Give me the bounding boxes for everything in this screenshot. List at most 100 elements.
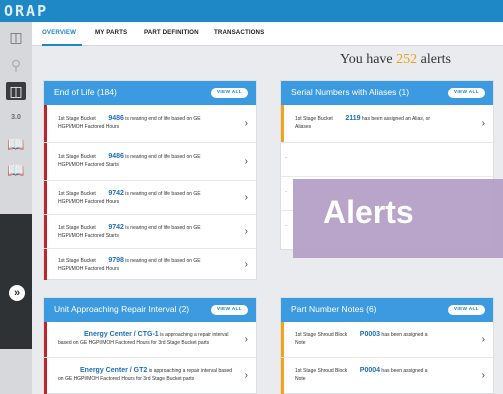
card-title: End of Life (184)	[54, 87, 117, 97]
part-name: 1st Stage Bucket	[295, 116, 333, 122]
top-header: ORAP	[0, 0, 503, 22]
card-header: End of Life (184) VIEW ALL	[44, 81, 256, 105]
main-tabs: OVERVIEW MY PARTS PART DEFINITION TRANSA…	[32, 22, 503, 46]
view-all-button[interactable]: VIEW ALL	[447, 88, 485, 98]
alert-message-line2: HGPI/MOH Factored Hours	[58, 199, 120, 205]
card-title: Serial Numbers with Aliases (1)	[291, 87, 410, 97]
alert-severity-bar	[281, 358, 284, 394]
alert-severity-bar	[44, 215, 47, 248]
alert-severity-bar	[44, 322, 47, 357]
alert-text: 1st Stage Bucket 2119 has been assigned …	[295, 115, 430, 131]
list-item[interactable]: 1st Stage Bucket 9742 is nearing end of …	[44, 215, 256, 249]
3d-icon[interactable]: 3.0	[6, 109, 26, 127]
tab-my-parts[interactable]: MY PARTS	[95, 29, 127, 36]
alert-message-line2: Note	[295, 376, 306, 382]
app-logo: ORAP	[4, 2, 49, 20]
list-item[interactable]: 1st Stage Shroud Block P0003 has been as…	[281, 322, 493, 358]
card-header: Serial Numbers with Aliases (1) VIEW ALL	[281, 81, 493, 105]
list-item[interactable]: 1st Stage Bucket 9742 is nearing end of …	[44, 181, 256, 215]
alert-message-line2: HGPI/MOH Factored Hours	[58, 266, 120, 272]
card-header: Part Number Notes (6) VIEW ALL	[281, 298, 493, 322]
alert-message: is nearing end of life based on GE	[125, 154, 201, 160]
unit-link[interactable]: Energy Center / CTG-1	[84, 331, 159, 338]
alert-severity-bar	[281, 322, 284, 357]
alert-severity-bar	[281, 105, 284, 142]
part-number-link[interactable]: 2119	[345, 115, 360, 122]
chevron-right-icon[interactable]: ›	[245, 226, 248, 237]
part-name: 1st Stage Shroud Block	[295, 332, 348, 338]
active-tab-indicator	[42, 44, 82, 46]
book-icon[interactable]: 📖	[6, 135, 26, 153]
list-item[interactable]: 1st Stage Bucket 9486 is nearing end of …	[44, 143, 256, 181]
summary-prefix: You have	[340, 52, 397, 67]
list-item[interactable]: 1st Stage Bucket 2119 has been assigned …	[281, 105, 493, 143]
alert-message: is approaching a repair interval	[160, 332, 229, 338]
part-number-link[interactable]: 9486	[108, 153, 124, 160]
part-number-link[interactable]: 9742	[108, 224, 124, 231]
part-number-link[interactable]: 9742	[108, 190, 124, 197]
card-title: Part Number Notes (6)	[291, 304, 377, 314]
alert-summary: You have 252 alerts	[340, 52, 451, 68]
alert-text: Energy Center / CTG-1 is approaching a r…	[58, 331, 228, 347]
tab-transactions[interactable]: TRANSACTIONS	[214, 29, 264, 36]
chevron-right-icon[interactable]: ›	[245, 370, 248, 381]
list-item[interactable]: Energy Center / CTG-1 is approaching a r…	[44, 322, 256, 358]
part-number-link[interactable]: P0003	[360, 331, 380, 338]
part-name: 1st Stage Bucket	[58, 225, 96, 231]
alert-message: is nearing end of life based on GE	[125, 116, 201, 122]
database-active-icon[interactable]: ◫	[6, 82, 26, 100]
book-icon[interactable]: 📖	[6, 161, 26, 179]
alert-message: is nearing end of life based on GE	[125, 225, 201, 231]
chevron-right-icon[interactable]: ›	[245, 156, 248, 167]
unit-link[interactable]: Energy Center / GT2	[80, 367, 147, 374]
part-number-link[interactable]: 9798	[108, 257, 124, 264]
part-name: 1st Stage Bucket	[58, 258, 96, 264]
database-icon[interactable]: ◫	[6, 28, 26, 46]
view-all-button[interactable]: VIEW ALL	[210, 305, 248, 315]
alert-message: is approaching a repair interval based	[148, 368, 233, 374]
list-item[interactable]: 1st Stage Bucket 9486 is nearing end of …	[44, 105, 256, 143]
empty-row	[281, 143, 493, 177]
chevron-right-icon[interactable]: ›	[482, 370, 485, 381]
chevron-right-icon[interactable]: ›	[482, 334, 485, 345]
alert-message: is nearing end of life based on GE	[125, 258, 201, 264]
repair-interval-card: Unit Approaching Repair Interval (2) VIE…	[43, 297, 257, 394]
tab-overview[interactable]: OVERVIEW	[42, 29, 76, 36]
list-item[interactable]: 1st Stage Bucket 9798 is nearing end of …	[44, 249, 256, 280]
chevron-right-icon[interactable]: ›	[482, 118, 485, 129]
expand-icon[interactable]: »	[9, 285, 25, 301]
alert-message-line2: based on GE HGPI/MOH Factored Hours for …	[58, 340, 210, 346]
alert-count: 252	[396, 52, 418, 67]
view-all-button[interactable]: VIEW ALL	[210, 88, 248, 98]
alert-text: 1st Stage Bucket 9742 is nearing end of …	[58, 190, 201, 206]
chevron-right-icon[interactable]: ›	[245, 259, 248, 270]
alert-text: 1st Stage Shroud Block P0003 has been as…	[295, 331, 428, 347]
alert-severity-bar	[44, 249, 47, 280]
chevron-right-icon[interactable]: ›	[245, 192, 248, 203]
part-number-link[interactable]: P0004	[360, 367, 380, 374]
part-notes-card: Part Number Notes (6) VIEW ALL 1st Stage…	[280, 297, 494, 394]
chevron-right-icon[interactable]: ›	[245, 118, 248, 129]
rail-dark-panel	[0, 214, 32, 349]
part-number-link[interactable]: 9486	[108, 115, 124, 122]
view-all-button[interactable]: VIEW ALL	[447, 305, 485, 315]
alert-severity-bar	[44, 358, 47, 394]
end-of-life-card: End of Life (184) VIEW ALL 1st Stage Buc…	[43, 80, 257, 280]
tab-part-definition[interactable]: PART DEFINITION	[144, 29, 199, 36]
alert-message-line2: on GE HGPI/MOH Factored Hours for 3rd St…	[58, 376, 195, 382]
summary-suffix: alerts	[417, 52, 451, 67]
alert-message-line2: HGPI/MOH Factored Starts	[58, 233, 119, 239]
chevron-right-icon[interactable]: ›	[245, 334, 248, 345]
alert-message: is nearing end of life based on GE	[125, 191, 201, 197]
alert-severity-bar	[44, 105, 47, 142]
part-name: 1st Stage Bucket	[58, 116, 96, 122]
alert-message-line2: HGPI/MOH Factored Starts	[58, 162, 119, 168]
list-item[interactable]: Energy Center / GT2 is approaching a rep…	[44, 358, 256, 394]
search-icon[interactable]: ⚲	[6, 56, 26, 74]
list-item[interactable]: 1st Stage Shroud Block P0004 has been as…	[281, 358, 493, 394]
alert-severity-bar	[44, 181, 47, 214]
part-name: 1st Stage Shroud Block	[295, 368, 348, 374]
left-rail: ◫ ⚲ ◫ 3.0 📖 📖 »	[0, 22, 32, 394]
alert-text: 1st Stage Bucket 9798 is nearing end of …	[58, 257, 201, 273]
alert-text: 1st Stage Bucket 9742 is nearing end of …	[58, 224, 201, 240]
